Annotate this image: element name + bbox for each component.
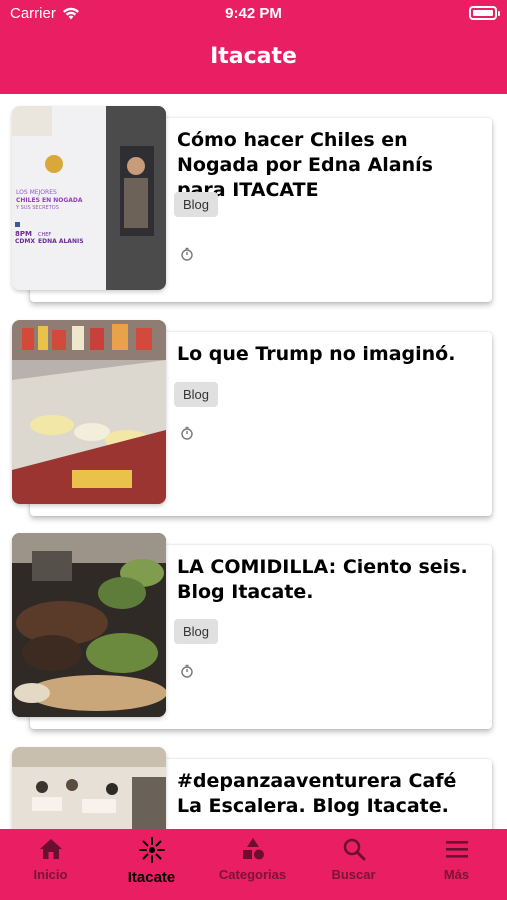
deli-case-image xyxy=(12,320,166,504)
tab-inicio[interactable]: Inicio xyxy=(0,837,101,892)
poster-line: CHILES EN NOGADA xyxy=(16,197,83,204)
chiles-poster-image: LOS MEJORES CHILES EN NOGADA Y SUS SECRE… xyxy=(12,106,166,290)
poster-line: 8PM xyxy=(15,230,32,238)
article-thumbnail[interactable] xyxy=(12,320,166,504)
poster-line: LOS MEJORES xyxy=(16,189,57,196)
tab-buscar[interactable]: Buscar xyxy=(303,837,404,892)
list-item[interactable]: Lo que Trump no imaginó. Blog xyxy=(0,318,507,518)
article-title[interactable]: #depanzaaventurera Café La Escalera. Blo… xyxy=(177,769,487,819)
list-item[interactable]: LOS MEJORES CHILES EN NOGADA Y SUS SECRE… xyxy=(0,104,507,304)
article-title[interactable]: LA COMIDILLA: Ciento seis. Blog Itacate. xyxy=(177,555,487,605)
tab-itacate[interactable]: Itacate xyxy=(101,837,202,892)
list-item[interactable]: LA COMIDILLA: Ciento seis. Blog Itacate.… xyxy=(0,531,507,731)
cafe-interior-image xyxy=(12,747,166,829)
tab-label: Inicio xyxy=(33,867,68,882)
app-header: Carrier 9:42 PM Itacate xyxy=(0,0,507,94)
stopwatch-icon xyxy=(181,247,193,261)
shapes-icon xyxy=(242,838,264,860)
search-icon xyxy=(343,838,365,861)
poster-line: Y SUS SECRETOS xyxy=(15,205,59,211)
grilled-food-image xyxy=(12,533,166,717)
article-list[interactable]: LOS MEJORES CHILES EN NOGADA Y SUS SECRE… xyxy=(0,94,507,829)
stopwatch-icon xyxy=(181,426,193,440)
page-title: Itacate xyxy=(210,44,297,69)
category-badge[interactable]: Blog xyxy=(174,192,219,217)
menu-icon xyxy=(445,841,468,858)
tab-label: Itacate xyxy=(127,869,176,886)
tab-categorias[interactable]: Categorias xyxy=(202,837,303,892)
category-badge[interactable]: Blog xyxy=(174,619,219,644)
article-thumbnail[interactable] xyxy=(12,533,166,717)
tab-label: Categorias xyxy=(218,867,287,882)
article-thumbnail[interactable]: LOS MEJORES CHILES EN NOGADA Y SUS SECRE… xyxy=(12,106,166,290)
article-thumbnail[interactable] xyxy=(12,747,166,829)
tab-label: Más xyxy=(443,867,470,882)
list-item[interactable]: #depanzaaventurera Café La Escalera. Blo… xyxy=(0,745,507,829)
article-title[interactable]: Lo que Trump no imaginó. xyxy=(177,342,487,367)
article-title[interactable]: Cómo hacer Chiles en Nogada por Edna Ala… xyxy=(177,128,487,203)
poster-line: EDNA ALANIS xyxy=(38,238,84,245)
status-time: 9:42 PM xyxy=(225,5,282,22)
home-icon xyxy=(39,839,62,859)
sparkle-icon xyxy=(138,837,165,863)
category-badge[interactable]: Blog xyxy=(174,382,219,407)
tab-bar: Inicio Itacate Categorias Buscar Más xyxy=(0,829,507,900)
tab-mas[interactable]: Más xyxy=(406,837,507,892)
poster-line: CDMX xyxy=(15,238,35,245)
tab-label: Buscar xyxy=(331,867,376,882)
stopwatch-icon xyxy=(181,664,193,678)
battery-icon xyxy=(469,6,500,20)
status-bar: Carrier 9:42 PM xyxy=(0,0,507,30)
